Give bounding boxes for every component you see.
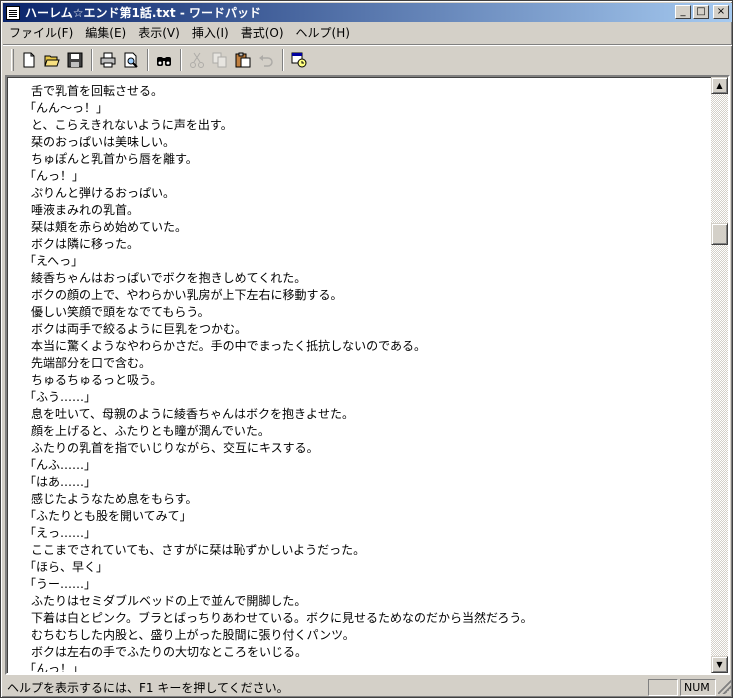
- undo-icon: [259, 54, 273, 67]
- new-button[interactable]: [18, 49, 40, 71]
- window-title: ハーレム☆エンド第1話.txt - ワードパッド: [25, 6, 261, 20]
- paste-icon: [235, 52, 251, 67]
- text-line[interactable]: ボクは左右の手でふたりの大切なところをいじる。: [31, 644, 710, 661]
- copy-icon: [212, 52, 227, 67]
- print-icon: [100, 52, 116, 67]
- text-line[interactable]: と、こらえきれないように声を出す。: [31, 117, 710, 134]
- scroll-down-button[interactable]: ▼: [711, 656, 728, 673]
- title-bar[interactable]: ハーレム☆エンド第1話.txt - ワードパッド _ □ ×: [3, 3, 732, 22]
- print-button[interactable]: [97, 49, 119, 71]
- text-line[interactable]: ボクは両手で絞るように巨乳をつかむ。: [31, 321, 710, 338]
- text-line[interactable]: ふたりはセミダブルベッドの上で並んで開脚した。: [31, 593, 710, 610]
- text-line[interactable]: 「うー……」: [24, 576, 710, 593]
- text-line[interactable]: 「んん〜っ！」: [24, 100, 710, 117]
- status-panel-empty: [648, 678, 678, 696]
- text-line[interactable]: 優しい笑顔で頭をなでてもらう。: [31, 304, 710, 321]
- toolbar: [3, 44, 732, 74]
- text-line[interactable]: 栞のおっぱいは美味しい。: [31, 134, 710, 151]
- text-line[interactable]: ボクは隣に移った。: [31, 236, 710, 253]
- menu-insert[interactable]: 挿入(I): [186, 24, 235, 41]
- close-button[interactable]: ×: [713, 5, 729, 19]
- menu-file[interactable]: ファイル(F): [3, 24, 79, 41]
- new-icon: [23, 52, 35, 67]
- maximize-button[interactable]: □: [693, 5, 709, 19]
- menu-edit[interactable]: 編集(E): [79, 24, 132, 41]
- text-line[interactable]: 「ほら、早く」: [24, 559, 710, 576]
- paste-button[interactable]: [232, 49, 254, 71]
- menu-help[interactable]: ヘルプ(H): [290, 24, 356, 41]
- menu-format[interactable]: 書式(O): [235, 24, 290, 41]
- save-button[interactable]: [64, 49, 86, 71]
- text-line[interactable]: 唾液まみれの乳首。: [31, 202, 710, 219]
- print-preview-icon: [124, 52, 138, 68]
- text-line[interactable]: ふたりの乳首を指でいじりながら、交互にキスする。: [31, 440, 710, 457]
- scroll-up-button[interactable]: ▲: [711, 77, 728, 94]
- text-line[interactable]: 「えへっ」: [24, 253, 710, 270]
- document-text[interactable]: 舌で乳首を回転させる。 「んん〜っ！」 と、こらえきれないように声を出す。 栞のおっぱ…: [10, 80, 710, 672]
- vertical-scrollbar[interactable]: ▲ ▼: [711, 77, 728, 673]
- text-line[interactable]: ぷりんと弾けるおっぱい。: [31, 185, 710, 202]
- toolbar-separator: [91, 48, 93, 71]
- text-line[interactable]: ここまでされていても、さすがに栞は恥ずかしいようだった。: [31, 542, 710, 559]
- date-time-icon: [291, 52, 307, 67]
- text-line[interactable]: 綾香ちゃんはおっぱいでボクを抱きしめてくれた。: [31, 270, 710, 287]
- status-bar: ヘルプを表示するには、F1 キーを押してください。 NUM: [3, 677, 732, 697]
- text-line[interactable]: ちゅるちゅるっと吸う。: [31, 372, 710, 389]
- wordpad-app-icon[interactable]: [6, 5, 20, 20]
- status-help-text: ヘルプを表示するには、F1 キーを押してください。: [7, 680, 289, 695]
- text-line[interactable]: 感じたようなため息をもらす。: [31, 491, 710, 508]
- text-line[interactable]: 下着は白とピンク。ブラとばっちりあわせている。ボクに見せるためなのだから当然だろ…: [31, 610, 710, 627]
- text-line[interactable]: むちむちした内股と、盛り上がった股間に張り付くパンツ。: [31, 627, 710, 644]
- open-icon: [44, 55, 60, 66]
- wordpad-window: ハーレム☆エンド第1話.txt - ワードパッド _ □ × ファイル(F) 編…: [0, 0, 733, 698]
- find-icon: [157, 56, 171, 66]
- text-line[interactable]: 先端部分を口で含む。: [31, 355, 710, 372]
- window-controls: _ □ ×: [675, 5, 729, 19]
- minimize-button[interactable]: _: [675, 5, 691, 19]
- cut-button[interactable]: [186, 49, 208, 71]
- resize-grip[interactable]: [718, 680, 732, 694]
- text-line[interactable]: 「んふ……」: [24, 457, 710, 474]
- text-line[interactable]: 「えっ……」: [24, 525, 710, 542]
- text-line[interactable]: 本当に驚くようなやわらかさだ。手の中でまったく抵抗しないのである。: [31, 338, 710, 355]
- text-line[interactable]: 「んっ！」: [24, 168, 710, 185]
- text-line[interactable]: 「ふう……」: [24, 389, 710, 406]
- document-area[interactable]: 舌で乳首を回転させる。 「んん〜っ！」 と、こらえきれないように声を出す。 栞のおっぱ…: [5, 75, 730, 675]
- menu-view[interactable]: 表示(V): [132, 24, 186, 41]
- find-button[interactable]: [153, 49, 175, 71]
- scroll-thumb[interactable]: [711, 223, 728, 245]
- text-line[interactable]: 顔を上げると、ふたりとも瞳が潤んでいた。: [31, 423, 710, 440]
- menu-bar: ファイル(F) 編集(E) 表示(V) 挿入(I) 書式(O) ヘルプ(H): [3, 23, 732, 42]
- date-time-button[interactable]: [288, 49, 310, 71]
- text-line[interactable]: ちゅぽんと乳首から唇を離す。: [31, 151, 710, 168]
- save-icon: [67, 52, 83, 67]
- text-line[interactable]: ボクの顔の上で、やわらかい乳房が上下左右に移動する。: [31, 287, 710, 304]
- print-preview-button[interactable]: [120, 49, 142, 71]
- toolbar-grip[interactable]: [11, 48, 14, 71]
- undo-button[interactable]: [255, 49, 277, 71]
- text-line[interactable]: 「んっ！」: [24, 661, 710, 672]
- toolbar-separator: [180, 48, 182, 71]
- text-line[interactable]: 「はあ……」: [24, 474, 710, 491]
- text-line[interactable]: 「ふたりとも股を開いてみて」: [24, 508, 710, 525]
- cut-icon: [190, 52, 204, 68]
- text-line[interactable]: 舌で乳首を回転させる。: [31, 83, 710, 100]
- status-num-indicator: NUM: [680, 678, 716, 696]
- copy-button[interactable]: [209, 49, 231, 71]
- text-line[interactable]: 栞は頬を赤らめ始めていた。: [31, 219, 710, 236]
- text-line[interactable]: 息を吐いて、母親のように綾香ちゃんはボクを抱きよせた。: [31, 406, 710, 423]
- open-button[interactable]: [41, 49, 63, 71]
- toolbar-separator: [282, 48, 284, 71]
- toolbar-separator: [147, 48, 149, 71]
